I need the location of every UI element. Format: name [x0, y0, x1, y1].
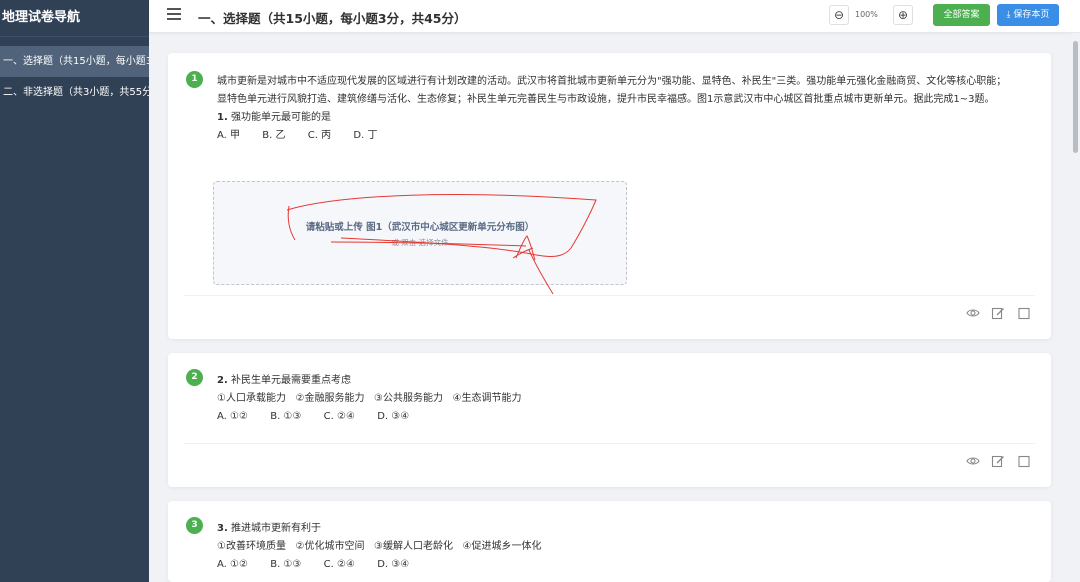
option-a: A. ①② — [217, 559, 248, 570]
question-number-badge: 2 — [186, 369, 203, 386]
sidebar-item-choice-questions[interactable]: 一、选择题（共15小题，每小题3分，共45分） — [0, 46, 149, 77]
option-d: D. 丁 — [353, 130, 378, 141]
zoom-in-button[interactable]: ⊕ — [893, 5, 913, 25]
save-page-label: 保存本页 — [1013, 10, 1050, 20]
option-b: B. ①③ — [270, 411, 302, 422]
statement-list: ①人口承载能力 ②金融服务能力 ③公共服务能力 ④生态调节能力 — [217, 393, 522, 404]
option-a: A. ①② — [217, 411, 248, 422]
question-sub-number: 2. — [217, 375, 228, 386]
option-d: D. ③④ — [377, 411, 410, 422]
question-card-3: 3 3. 推进城市更新有利于 ①改善环境质量 ②优化城市空间 ③缓解人口老龄化 … — [168, 501, 1051, 582]
red-annotation-scribble — [286, 194, 597, 295]
download-icon: ⤓ — [1006, 10, 1011, 20]
option-c: C. ②④ — [323, 559, 355, 570]
show-all-answers-button[interactable]: 全部答案 — [933, 4, 990, 26]
question-stem-text: 城市更新是对城市中不适应现代发展的区域进行有计划改建的活动。武汉市将首批城市更新… — [217, 76, 1007, 105]
option-a: A. 甲 — [217, 130, 241, 141]
question-sub-number: 3. — [217, 523, 228, 534]
zoom-in-icon: ⊕ — [897, 8, 909, 22]
question-body: 2. 补民生单元最需要重点考虑 ①人口承载能力 ②金融服务能力 ③公共服务能力 … — [217, 372, 1011, 426]
vertical-scrollbar[interactable] — [1071, 33, 1080, 582]
checkbox-icon[interactable] — [1017, 454, 1031, 468]
question-text: 补民生单元最需要重点考虑 — [230, 375, 351, 386]
question-sub-number: 1. — [217, 112, 228, 123]
zoom-out-button[interactable]: ⊖ — [829, 5, 849, 25]
question-body: 3. 推进城市更新有利于 ①改善环境质量 ②优化城市空间 ③缓解人口老龄化 ④促… — [217, 520, 1011, 574]
question-line: 3. 推进城市更新有利于 — [217, 520, 1011, 538]
page-title: 一、选择题（共15小题，每小题3分，共45分） — [198, 11, 467, 26]
zoom-level: 100% — [855, 10, 878, 19]
question-text: 强功能单元最可能的是 — [230, 112, 331, 123]
statement-list: ①改善环境质量 ②优化城市空间 ③缓解人口老龄化 ④促进城乡一体化 — [217, 541, 542, 552]
question-line: 1. 强功能单元最可能的是 — [217, 109, 1011, 127]
edit-icon[interactable] — [991, 454, 1005, 468]
sidebar-title: 地理试卷导航 — [0, 0, 149, 37]
eye-icon[interactable] — [966, 306, 980, 320]
question-number-badge: 3 — [186, 517, 203, 534]
checkbox-icon[interactable] — [1017, 306, 1031, 320]
question-card-2: 2 2. 补民生单元最需要重点考虑 ①人口承载能力 ②金融服务能力 ③公共服务能… — [168, 353, 1051, 487]
question-line: 2. 补民生单元最需要重点考虑 — [217, 372, 1011, 390]
option-d: D. ③④ — [377, 559, 410, 570]
options-row: A. ①② B. ①③ C. ②④ D. ③④ — [217, 556, 1011, 574]
card-divider — [184, 443, 1035, 444]
option-b: B. 乙 — [262, 130, 286, 141]
scrollbar-thumb[interactable] — [1073, 41, 1078, 153]
sidebar: 地理试卷导航 一、选择题（共15小题，每小题3分，共45分） 二、非选择题（共3… — [0, 0, 149, 582]
option-c: C. 丙 — [307, 130, 332, 141]
question-text: 推进城市更新有利于 — [230, 523, 321, 534]
question-number-badge: 1 — [186, 71, 203, 88]
main-area: 一、选择题（共15小题，每小题3分，共45分） ⊖ 100% ⊕ 全部答案 ⤓ … — [149, 0, 1080, 582]
option-b: B. ①③ — [270, 559, 302, 570]
question-stem: 城市更新是对城市中不适应现代发展的区域进行有计划改建的活动。武汉市将首批城市更新… — [217, 73, 1011, 145]
top-bar: 一、选择题（共15小题，每小题3分，共45分） ⊖ 100% ⊕ 全部答案 ⤓ … — [149, 0, 1080, 33]
menu-toggle-icon[interactable] — [167, 8, 181, 22]
options-row: A. 甲 B. 乙 C. 丙 D. 丁 — [217, 127, 1011, 145]
save-page-button[interactable]: ⤓ 保存本页 — [997, 4, 1059, 26]
eye-icon[interactable] — [966, 454, 980, 468]
options-row: A. ①② B. ①③ C. ②④ D. ③④ — [217, 408, 1011, 426]
zoom-out-icon: ⊖ — [833, 8, 845, 22]
option-c: C. ②④ — [323, 411, 355, 422]
edit-icon[interactable] — [991, 306, 1005, 320]
sidebar-item-non-choice-questions[interactable]: 二、非选择题（共3小题，共55分） — [0, 77, 149, 108]
